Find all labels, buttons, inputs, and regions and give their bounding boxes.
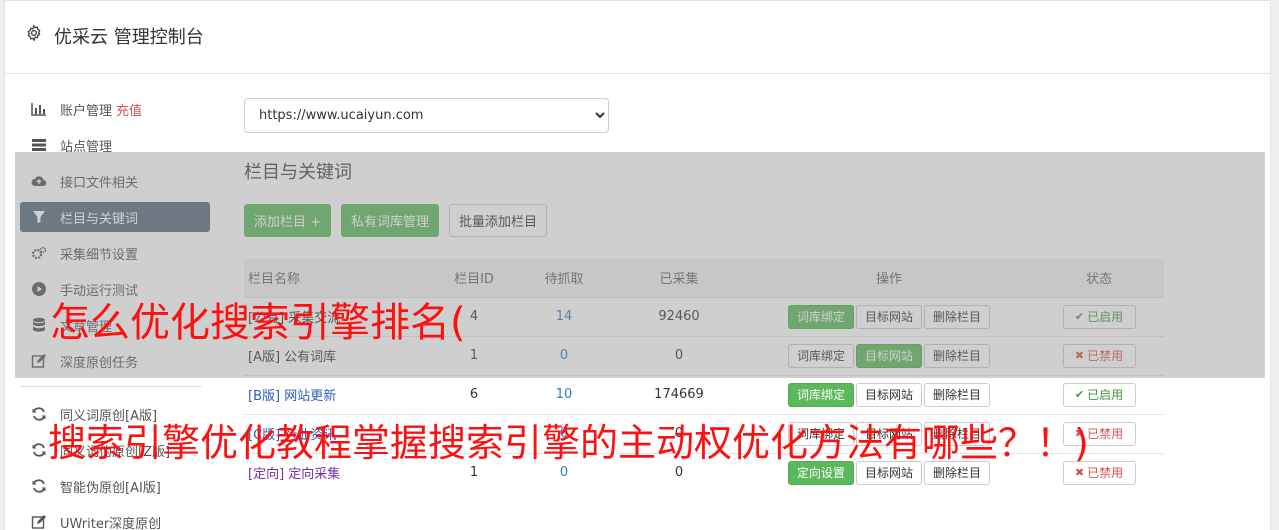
page-title: 优采云 管理控制台	[54, 27, 204, 48]
column-id: 6	[434, 374, 514, 414]
table-row: [B版] 网站更新 6 10 174669 词库绑定 目标网站 删除栏目 ✔ 已启用	[244, 374, 1164, 414]
sidebar-divider	[20, 386, 202, 387]
check-icon: ✔	[1074, 388, 1085, 401]
sidebar-item-label: UWriter深度原创	[60, 516, 162, 530]
bar-chart-icon	[31, 101, 47, 117]
column-name[interactable]: [B版] 网站更新	[248, 389, 336, 404]
target-site-button[interactable]: 目标网站	[855, 382, 922, 407]
refresh-icon	[31, 406, 47, 422]
overlay-headline-1: 怎么优化搜索引擎排名(	[50, 300, 466, 346]
sidebar-item-rewrite-3[interactable]: UWriter深度原创	[20, 507, 210, 530]
sidebar-item-0[interactable]: 账户管理 充值	[20, 94, 210, 124]
pending-count[interactable]: 0	[560, 465, 568, 480]
edit-icon	[31, 514, 47, 530]
bind-library-button[interactable]: 词库绑定	[787, 382, 854, 407]
column-name[interactable]: [定向] 定向采集	[248, 467, 340, 482]
pending-count[interactable]: 10	[556, 387, 573, 402]
delete-column-button[interactable]: 删除栏目	[924, 382, 991, 407]
gear-icon	[27, 24, 41, 42]
collected-count: 174669	[614, 374, 744, 414]
status-toggle[interactable]: ✔ 已启用	[1062, 382, 1136, 407]
overlay-headline-2: 搜索引擎优化教程掌握搜索引擎的主动权优化方法有哪些？！)	[48, 421, 1089, 465]
close-icon: ✖	[1074, 466, 1085, 480]
site-select[interactable]: https://www.ucaiyun.com	[244, 98, 609, 133]
sidebar-item-label: 账户管理	[60, 103, 113, 119]
sidebar-item-rewrite-2[interactable]: 智能伪原创[AI版]	[20, 471, 210, 501]
refresh-icon	[31, 442, 47, 458]
refresh-icon	[31, 478, 47, 494]
recharge-link[interactable]: 充值	[116, 100, 142, 119]
page-header: 优采云 管理控制台	[5, 1, 1270, 74]
sidebar-item-label: 智能伪原创[AI版]	[60, 480, 161, 496]
server-icon	[31, 137, 47, 153]
